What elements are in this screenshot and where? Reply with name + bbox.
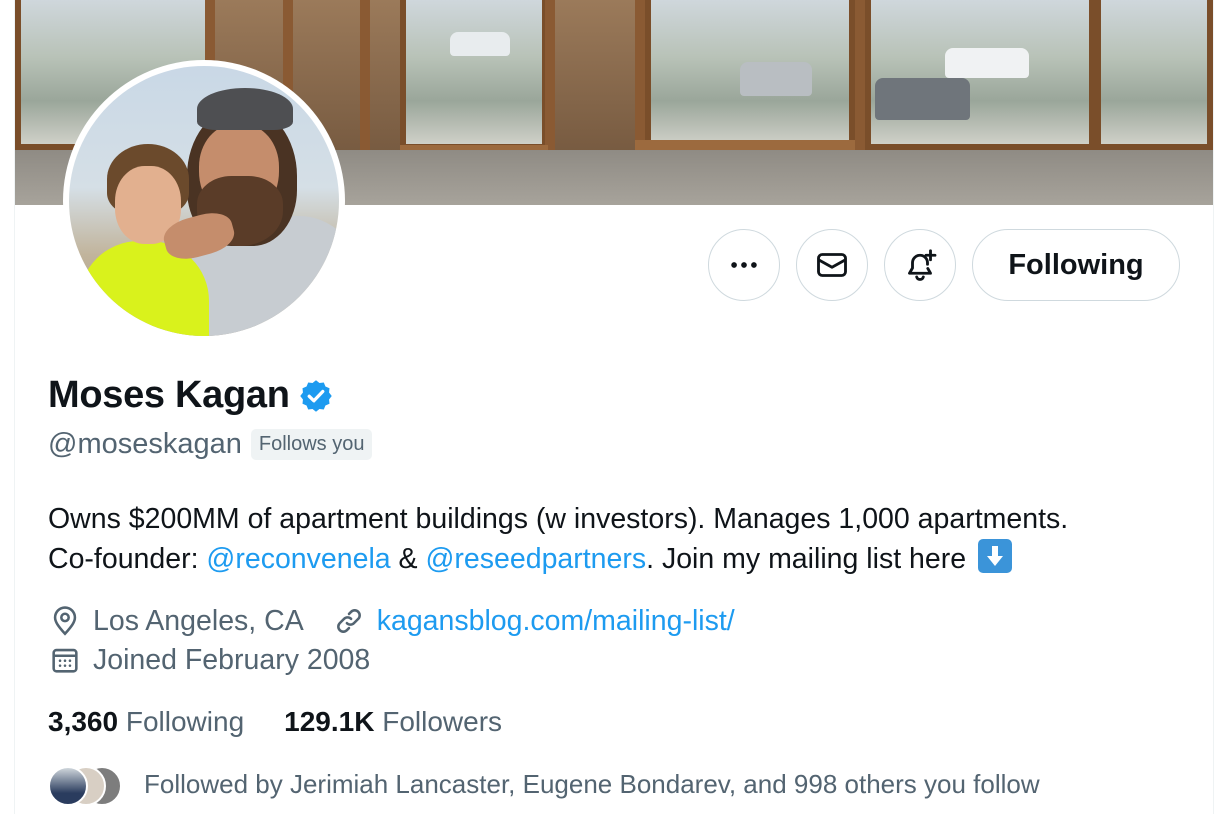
bio-ampersand: & <box>390 543 426 575</box>
followed-by-text: Followed by Jerimiah Lancaster, Eugene B… <box>144 768 1040 799</box>
followed-by-row[interactable]: Followed by Jerimiah Lancaster, Eugene B… <box>48 764 1040 806</box>
profile-avatar[interactable] <box>63 60 345 342</box>
followed-by-avatars <box>48 764 124 806</box>
follows-you-badge: Follows you <box>250 429 373 460</box>
bio-line-2: Co-founder: @reconvenela & @reseedpartne… <box>48 539 1198 579</box>
envelope-icon <box>817 253 847 277</box>
followers-count: 129.1K <box>284 706 375 737</box>
bio-line-1: Owns $200MM of apartment buildings (w in… <box>48 503 1069 535</box>
location: Los Angeles, CA <box>93 604 304 637</box>
profile-meta-row: Los Angeles, CA kagansblog.com/mailing-l… <box>48 604 735 638</box>
bell-plus-icon <box>908 249 937 281</box>
location-pin-icon <box>53 606 77 636</box>
username: @moseskagan <box>48 428 242 460</box>
handle-row: @moseskagan Follows you <box>48 428 373 461</box>
link-icon <box>336 609 361 633</box>
following-button[interactable]: Following <box>972 229 1180 301</box>
bio-mailing-text: . Join my mailing list here <box>646 543 967 575</box>
mention-reconvenela[interactable]: @reconvenela <box>206 543 390 575</box>
joined-date: Joined February 2008 <box>93 643 371 676</box>
more-icon <box>731 262 757 268</box>
following-stat-link[interactable]: 3,360 Following <box>48 706 244 738</box>
calendar-icon <box>52 648 78 673</box>
follow-stats: 3,360 Following 129.1K Followers <box>48 706 502 738</box>
bio: Owns $200MM of apartment buildings (w in… <box>48 500 1198 579</box>
profile-card: Following Moses Kagan @moseskagan Follow… <box>14 0 1214 814</box>
following-label: Following <box>125 706 245 737</box>
verified-badge-icon[interactable] <box>298 378 334 414</box>
following-count: 3,360 <box>48 706 119 737</box>
more-button[interactable] <box>708 229 780 301</box>
followers-stat-link[interactable]: 129.1K Followers <box>284 706 502 738</box>
joined-row: Joined February 2008 <box>48 643 370 677</box>
notifications-button[interactable] <box>884 229 956 301</box>
name-row: Moses Kagan <box>48 374 334 417</box>
message-button[interactable] <box>796 229 868 301</box>
website-link[interactable]: kagansblog.com/mailing-list/ <box>377 605 735 638</box>
down-arrow-emoji-icon <box>978 539 1012 573</box>
followers-label: Followers <box>382 706 503 737</box>
display-name: Moses Kagan <box>48 374 290 416</box>
mention-reseedpartners[interactable]: @reseedpartners <box>426 543 647 575</box>
avatar <box>48 766 88 806</box>
bio-cofounder-text: Co-founder: <box>48 543 207 575</box>
